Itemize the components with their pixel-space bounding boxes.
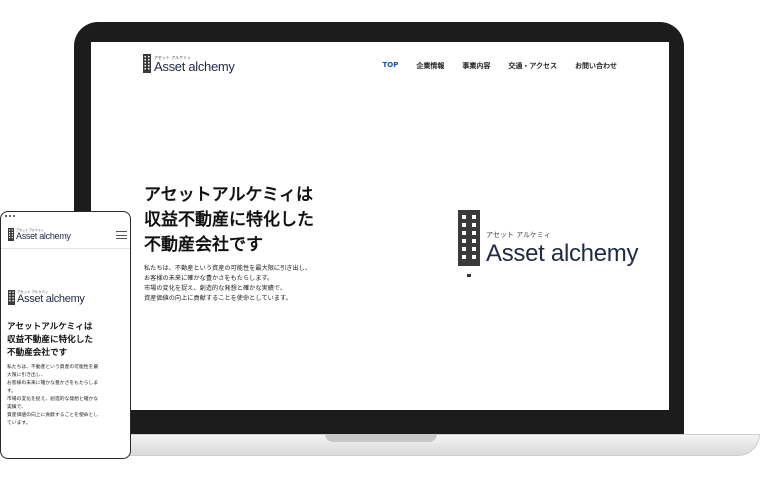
site-logo[interactable]: アセット アルケミィ Asset alchemy [143, 54, 235, 73]
building-icon [8, 228, 14, 241]
logo-name: Asset alchemy [16, 231, 71, 241]
logo-name: Asset alchemy [17, 293, 85, 305]
laptop-notch [325, 434, 437, 442]
logo-name: Asset alchemy [486, 240, 639, 267]
hero-logo: アセット アルケミィ Asset alchemy [458, 210, 638, 266]
hero-title: アセットアルケミィは 収益不動産に特化した 不動産会社です [144, 185, 314, 255]
nav-access[interactable]: 交通・アクセス [508, 61, 557, 71]
status-dot [9, 215, 11, 217]
logo-name: Asset alchemy [154, 59, 235, 74]
main-nav: TOP 企業情報 事業内容 交通・アクセス お問い合わせ [382, 61, 617, 71]
mobile-hero-logo: アセット アルケミィ Asset alchemy [8, 290, 85, 305]
logo-kana: アセット アルケミィ [486, 231, 551, 239]
building-icon [8, 290, 15, 305]
building-icon [143, 54, 151, 73]
status-dot [5, 215, 7, 217]
mobile-hero-title: アセットアルケミィは 収益不動産に特化した 不動産会社です [7, 322, 93, 358]
mobile-hero-body: 私たちは、不動産という資産の可能性を最 大限に引き出し、 お客様の未来に確かな豊… [7, 365, 99, 426]
status-bar [5, 215, 15, 217]
phone-frame: アセット アルケミィ Asset alchemy アセット アルケミィ Asse… [0, 211, 131, 459]
nav-contact[interactable]: お問い合わせ [575, 61, 617, 71]
hero-body: 私たちは、不動産という資産の可能性を最大限に引き出し、 お客様の未来に確かな豊か… [144, 265, 312, 302]
nav-business[interactable]: 事業内容 [462, 61, 490, 71]
hamburger-menu-icon[interactable] [116, 231, 127, 239]
header-divider [1, 248, 130, 249]
cursor-marker [467, 274, 471, 277]
laptop-screen: アセット アルケミィ Asset alchemy TOP 企業情報 事業内容 交… [91, 42, 669, 410]
building-icon [458, 210, 480, 266]
mobile-site-logo[interactable]: アセット アルケミィ Asset alchemy [8, 228, 71, 241]
status-dot [13, 215, 15, 217]
nav-company[interactable]: 企業情報 [416, 61, 444, 71]
nav-top[interactable]: TOP [382, 61, 398, 71]
